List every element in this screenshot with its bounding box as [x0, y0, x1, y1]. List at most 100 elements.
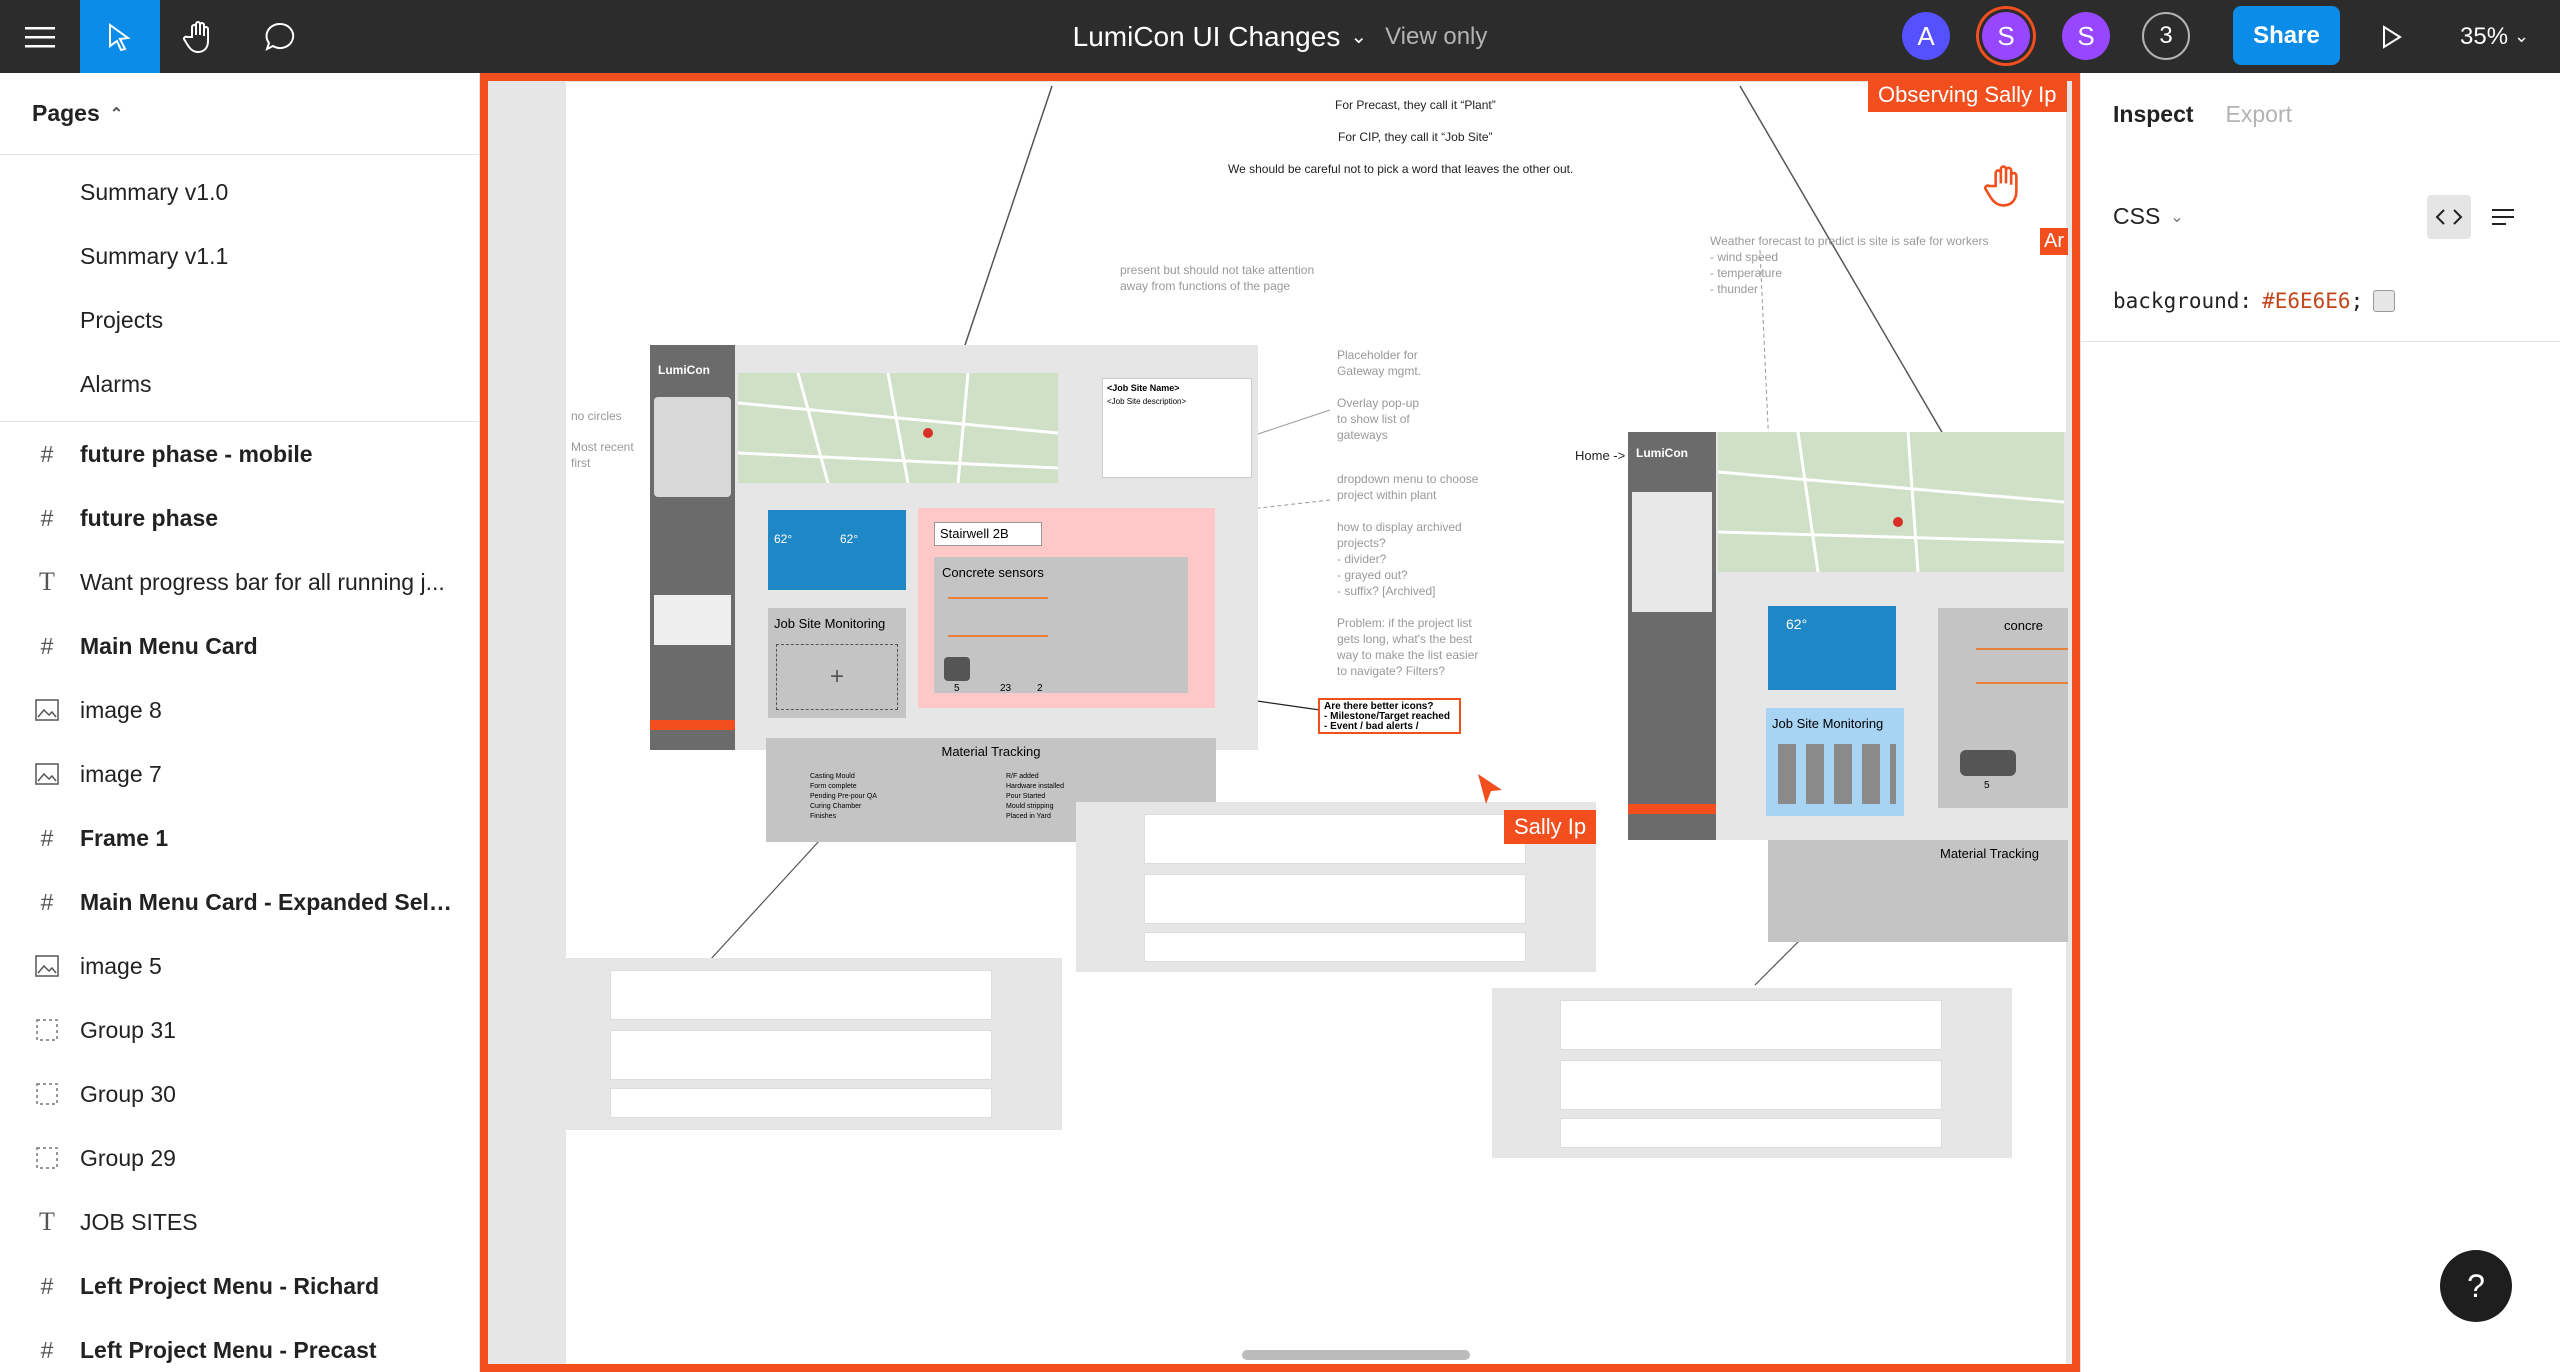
- help-button[interactable]: ?: [2440, 1250, 2512, 1322]
- list-card: [1560, 1060, 1942, 1110]
- horizontal-scrollbar[interactable]: [1242, 1350, 1470, 1360]
- mockup-list-2: [566, 958, 1062, 1130]
- mockup-concrete-card: concre 5: [1938, 608, 2068, 808]
- mockup-monitoring-title: Job Site Monitoring: [774, 616, 886, 631]
- css-value[interactable]: #E6E6E6: [2262, 289, 2351, 313]
- css-property: background:: [2113, 289, 2253, 313]
- material-item: Curing Chamber: [810, 803, 862, 810]
- annotation-text: to show list of: [1337, 412, 1410, 426]
- tab-export[interactable]: Export: [2226, 101, 2292, 128]
- code-language-label: CSS: [2113, 203, 2161, 229]
- mockup-monitoring-card: Job Site Monitoring +: [768, 608, 906, 718]
- code-brackets-icon: [2435, 209, 2463, 225]
- mockup-concrete-title: Concrete sensors: [942, 565, 1044, 580]
- inspect-panel: Inspect Export CSS ⌄ background: #E6E6E6…: [2080, 73, 2560, 1372]
- material-item: Hardware installed: [1006, 783, 1064, 790]
- annotation-text: gets long, what's the best: [1337, 632, 1473, 646]
- list-view-button[interactable]: [2481, 195, 2525, 239]
- annotation-text: project within plant: [1337, 488, 1437, 502]
- tab-inspect[interactable]: Inspect: [2113, 101, 2194, 128]
- mockup-material-right: R/F added Hardware installed Pour Starte…: [1006, 772, 1064, 822]
- mockup-weather: 62°: [1768, 606, 1896, 690]
- list-card: [610, 970, 992, 1020]
- mockup-logo: LumiCon: [658, 363, 710, 377]
- mockup-sidebar: LumiCon: [1628, 432, 1716, 840]
- mockup-material-title: Material Tracking: [1940, 846, 2039, 861]
- material-item: Pending Pre-pour QA: [810, 793, 877, 800]
- collaborator-cursor-icon: [1478, 774, 1502, 804]
- list-card: [1144, 874, 1526, 924]
- code-language-select[interactable]: CSS ⌄: [2113, 203, 2184, 230]
- mockup-site-name: <Job Site Name>: [1107, 383, 1180, 393]
- annotation-text: Weather forecast to predict is site is s…: [1710, 234, 1989, 248]
- mockup-list-3: [1492, 988, 2012, 1158]
- panel-tabs: Inspect Export: [2081, 73, 2560, 155]
- annotation-text: Placeholder for: [1337, 348, 1418, 362]
- mockup-sensor-dropdown[interactable]: Stairwell 2B: [934, 522, 1042, 546]
- mockup-weather: 62° 62°: [768, 510, 906, 590]
- mockup-count: 23: [1000, 683, 1012, 694]
- annotation-text: projects?: [1337, 536, 1386, 550]
- mockup-site-info: <Job Site Name> <Job Site description>: [1102, 378, 1252, 478]
- css-property-line: background: #E6E6E6;: [2113, 289, 2396, 313]
- mockup-count: 2: [1037, 683, 1043, 694]
- mockup-logout: [1628, 804, 1716, 814]
- map-roads: [1717, 431, 2065, 573]
- annotation-callout: Are there better icons? - Milestone/Targ…: [1318, 698, 1461, 734]
- code-view-button[interactable]: [2427, 195, 2471, 239]
- hand-cursor-icon: [1984, 165, 2018, 207]
- list-card: [610, 1088, 992, 1118]
- mockup-bars: [948, 597, 1048, 637]
- material-item: Placed in Yard: [1006, 813, 1051, 820]
- mockup-count: 5: [1984, 780, 1990, 791]
- mockup-material-left: Casting Mould Form complete Pending Pre-…: [810, 772, 877, 822]
- mockup-material-card: Material Tracking: [1768, 840, 2068, 942]
- mockup-concrete-card: Concrete sensors 5 23 2: [934, 557, 1188, 694]
- annotation-text: how to display archived: [1337, 520, 1462, 534]
- mockup-sensor-icon: [1960, 750, 2016, 776]
- annotation-text: Most recent: [571, 440, 634, 454]
- mockup-monitoring-title: Job Site Monitoring: [1772, 716, 1884, 731]
- annotation-text: - Event / bad alerts /: [1324, 721, 1419, 732]
- material-item: Mould stripping: [1006, 803, 1054, 810]
- mockup-map: [737, 372, 1059, 484]
- mockup-logo: LumiCon: [1636, 446, 1688, 460]
- collaborator-cursor-label: Ar: [2040, 228, 2068, 255]
- annotation-text: Gateway mgmt.: [1337, 364, 1422, 378]
- annotation-text: dropdown menu to choose: [1337, 472, 1479, 486]
- list-card: [1560, 1118, 1942, 1148]
- annotation-text: - temperature: [1710, 266, 1783, 280]
- css-semicolon: ;: [2350, 289, 2364, 313]
- annotation-text: way to make the list easier: [1337, 648, 1479, 662]
- annotation-text: to navigate? Filters?: [1337, 664, 1446, 678]
- chevron-down-icon: ⌄: [2170, 208, 2184, 226]
- observing-badge[interactable]: Observing Sally Ip: [1868, 78, 2067, 112]
- annotation-text: Home ->: [1575, 448, 1626, 463]
- annotation-text: - grayed out?: [1337, 568, 1408, 582]
- list-card: [1144, 932, 1526, 962]
- divider: [2081, 341, 2560, 342]
- material-item: Pour Started: [1006, 793, 1046, 800]
- mockup-project-list: [654, 397, 731, 497]
- mockup-bars: [1976, 648, 2068, 684]
- color-swatch: [2373, 290, 2396, 312]
- mockup-monitoring-card: Job Site Monitoring: [1766, 708, 1904, 816]
- annotation-text: - wind speed: [1710, 250, 1779, 264]
- annotation-text: Overlay pop-up: [1337, 396, 1420, 410]
- material-item: Finishes: [810, 813, 837, 820]
- annotation-text: Problem: if the project list: [1337, 616, 1472, 630]
- add-icon[interactable]: +: [776, 644, 898, 710]
- mockup-count: 5: [954, 683, 960, 694]
- annotation-text: no circles: [571, 409, 622, 423]
- mockup-menu: [654, 595, 731, 645]
- annotation-text: gateways: [1337, 428, 1388, 442]
- mockup-sidebar: LumiCon: [650, 345, 735, 750]
- mockup-device-grid: [1778, 744, 1896, 804]
- annotation-text: - thunder: [1710, 282, 1759, 296]
- mockup-material-title: Material Tracking: [941, 744, 1041, 759]
- mockup-temp: 62°: [1786, 616, 1808, 632]
- list-card: [610, 1030, 992, 1080]
- list-card: [1560, 1000, 1942, 1050]
- annotation-text: We should be careful not to pick a word …: [1228, 162, 1574, 176]
- material-item: Casting Mould: [810, 773, 855, 780]
